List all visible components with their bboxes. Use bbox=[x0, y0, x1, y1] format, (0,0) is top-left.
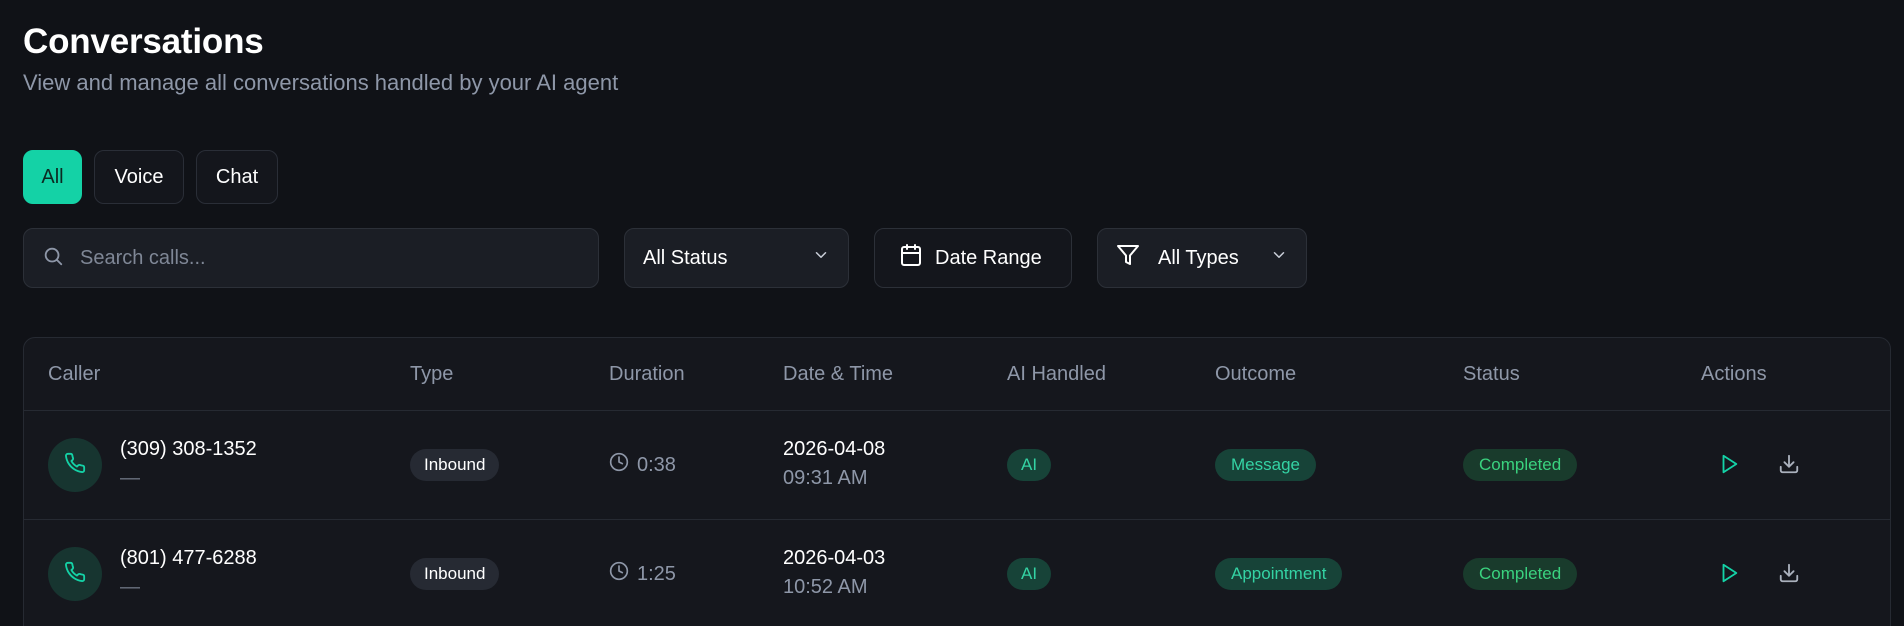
conversations-table: Caller Type Duration Date & Time AI Hand… bbox=[23, 337, 1891, 626]
call-date: 2026-04-08 bbox=[783, 438, 886, 460]
download-button[interactable] bbox=[1774, 451, 1804, 481]
clock-icon bbox=[609, 452, 629, 478]
caller-number: (801) 477-6288 bbox=[120, 547, 257, 569]
download-button[interactable] bbox=[1774, 560, 1804, 590]
filter-bar: All Status Date Range All Types bbox=[23, 228, 1307, 288]
types-select[interactable]: All Types bbox=[1097, 228, 1307, 288]
outcome-badge: Appointment bbox=[1215, 558, 1343, 590]
column-header-outcome: Outcome bbox=[1215, 363, 1297, 385]
conversation-type-tabs: All Voice Chat bbox=[23, 150, 278, 204]
phone-icon bbox=[64, 452, 86, 479]
chevron-down-icon bbox=[812, 246, 830, 270]
column-header-duration: Duration bbox=[609, 363, 685, 385]
table-header: Caller Type Duration Date & Time AI Hand… bbox=[24, 338, 1890, 411]
column-header-date-time: Date & Time bbox=[783, 363, 894, 385]
status-select-label: All Status bbox=[643, 246, 728, 269]
column-header-type: Type bbox=[410, 363, 454, 385]
ai-handled-badge: AI bbox=[1007, 558, 1052, 590]
phone-icon bbox=[64, 561, 86, 588]
types-select-label: All Types bbox=[1158, 246, 1239, 269]
ai-handled-badge: AI bbox=[1007, 449, 1052, 481]
table-row[interactable]: (309) 308-1352 — Inbound 0:38 2026-04-08… bbox=[24, 411, 1890, 520]
column-header-caller: Caller bbox=[48, 363, 101, 385]
status-badge: Completed bbox=[1463, 558, 1578, 590]
play-button[interactable] bbox=[1714, 560, 1744, 590]
search-input[interactable] bbox=[80, 246, 580, 270]
play-button[interactable] bbox=[1714, 451, 1744, 481]
column-header-actions: Actions bbox=[1701, 363, 1767, 385]
duration: 0:38 bbox=[609, 452, 676, 478]
duration-value: 1:25 bbox=[637, 562, 676, 585]
clock-icon bbox=[609, 561, 629, 587]
status-select[interactable]: All Status bbox=[624, 228, 849, 288]
download-icon bbox=[1778, 453, 1800, 480]
call-time: 10:52 AM bbox=[783, 576, 868, 598]
duration-value: 0:38 bbox=[637, 453, 676, 476]
caller-name: — bbox=[120, 576, 140, 598]
call-date: 2026-04-03 bbox=[783, 547, 886, 569]
date-range-label: Date Range bbox=[935, 246, 1042, 269]
outcome-badge: Message bbox=[1215, 449, 1316, 481]
tab-all[interactable]: All bbox=[23, 150, 82, 204]
call-time: 09:31 AM bbox=[783, 467, 868, 489]
caller-name: — bbox=[120, 467, 140, 489]
chevron-down-icon bbox=[1270, 246, 1288, 270]
type-badge: Inbound bbox=[410, 449, 500, 481]
tab-chat[interactable]: Chat bbox=[196, 150, 278, 204]
play-icon bbox=[1718, 562, 1740, 589]
type-badge: Inbound bbox=[410, 558, 500, 590]
caller-avatar bbox=[48, 547, 102, 601]
calendar-icon bbox=[899, 243, 923, 273]
date-range-button[interactable]: Date Range bbox=[874, 228, 1072, 288]
caller-number: (309) 308-1352 bbox=[120, 438, 257, 460]
page-subtitle: View and manage all conversations handle… bbox=[23, 70, 619, 95]
search-icon bbox=[42, 245, 64, 272]
duration: 1:25 bbox=[609, 561, 676, 587]
table-row[interactable]: (801) 477-6288 — Inbound 1:25 2026-04-03… bbox=[24, 520, 1890, 626]
filter-icon bbox=[1116, 243, 1140, 273]
caller-avatar bbox=[48, 438, 102, 492]
tab-voice[interactable]: Voice bbox=[94, 150, 184, 204]
play-icon bbox=[1718, 453, 1740, 480]
column-header-status: Status bbox=[1463, 363, 1520, 385]
page-title: Conversations bbox=[23, 22, 264, 61]
column-header-ai-handled: AI Handled bbox=[1007, 363, 1106, 385]
download-icon bbox=[1778, 562, 1800, 589]
status-badge: Completed bbox=[1463, 449, 1578, 481]
search-box[interactable] bbox=[23, 228, 599, 288]
